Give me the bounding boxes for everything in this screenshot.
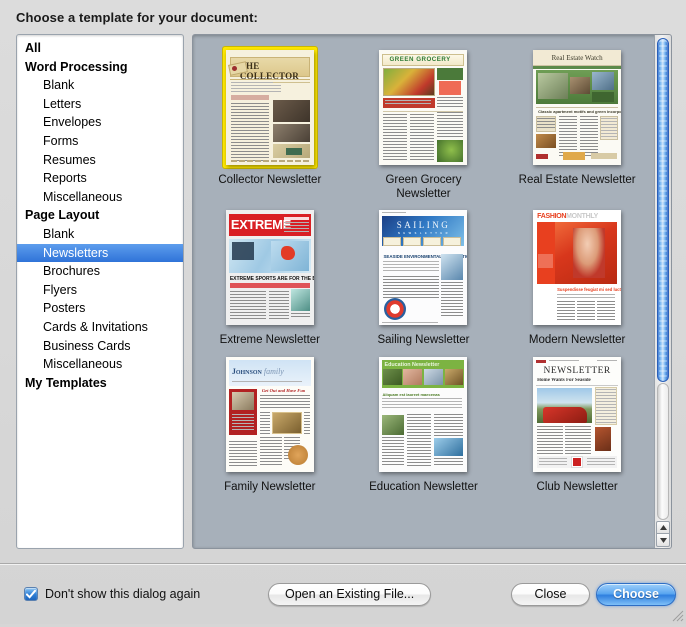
template-label: Real Estate Newsletter (518, 174, 636, 186)
template-preview-extreme-newsletter[interactable]: EXTREMEEXTREME SPORTS ARE FOR THE BOLD (225, 210, 314, 325)
scroll-down-arrow-icon[interactable] (656, 534, 670, 547)
dialog-header: Choose a template for your document: (0, 0, 686, 34)
sidebar-item-all[interactable]: All (17, 39, 183, 58)
template-thumbnail-frame[interactable]: NEWSLETTER Home Wants For Seaside (530, 354, 624, 475)
masthead-text: FASHIONMONTHLY (537, 213, 599, 220)
sidebar-item-flyers[interactable]: Flyers (17, 281, 183, 300)
template-thumbnail-frame[interactable]: THE COLLECTOR (222, 47, 317, 168)
template-item-family-newsletter[interactable]: JOHNSON family Get Out and Have Fun Family… (199, 354, 341, 495)
dont-show-again-checkbox[interactable]: Don't show this dialog again (24, 587, 200, 601)
scrollbar-track[interactable] (657, 383, 669, 520)
template-thumbnail-frame[interactable]: FASHIONMONTHLY Suspendisse feugiat mi sed… (530, 207, 624, 328)
sidebar-item-business-cards[interactable]: Business Cards (17, 337, 183, 356)
template-label: Modern Newsletter (528, 334, 626, 346)
template-item-modern-newsletter[interactable]: FASHIONMONTHLY Suspendisse feugiat mi sed… (506, 207, 648, 348)
template-page-art: THE COLLECTOR (225, 50, 314, 165)
scroll-up-arrow-icon[interactable] (656, 521, 670, 534)
template-label: Collector Newsletter (218, 174, 322, 186)
vertical-scrollbar[interactable] (654, 35, 671, 548)
choose-button[interactable]: Choose (596, 582, 676, 606)
template-thumbnail-frame[interactable]: JOHNSON family Get Out and Have Fun (223, 354, 317, 475)
template-preview-modern-newsletter[interactable]: FASHIONMONTHLY Suspendisse feugiat mi sed… (533, 210, 622, 325)
template-preview-real-estate-newsletter[interactable]: Real Estate Watch Classic apartment motif… (533, 50, 622, 165)
template-item-club-newsletter[interactable]: NEWSLETTER Home Wants For Seaside Club New… (506, 354, 648, 495)
open-existing-file-button[interactable]: Open an Existing File... (268, 582, 432, 606)
template-page-art: JOHNSON family Get Out and Have Fun (225, 356, 314, 472)
template-row: JOHNSON family Get Out and Have Fun Family… (193, 354, 654, 495)
sidebar-item-word-processing[interactable]: Word Processing (17, 58, 183, 77)
dialog-footer: Don't show this dialog again Open an Exi… (0, 564, 686, 624)
template-preview-education-newsletter[interactable]: Education Newsletter Aliquam est laoreet … (379, 356, 468, 472)
template-preview-collector-newsletter[interactable]: THE COLLECTOR (225, 50, 314, 165)
sidebar-item-my-templates[interactable]: My Templates (17, 374, 183, 393)
template-page-art: Education Newsletter Aliquam est laoreet … (379, 356, 468, 472)
template-row: THE COLLECTOR Collector Newsletter GREEN G… (193, 47, 654, 201)
template-thumbnail-frame[interactable]: EXTREMEEXTREME SPORTS ARE FOR THE BOLD (223, 207, 317, 328)
template-page-art: GREEN GROCERY (379, 50, 468, 165)
checkbox-checked-icon[interactable] (24, 587, 38, 601)
template-thumbnail-frame[interactable]: GREEN GROCERY (376, 47, 470, 168)
dialog-body: All Word Processing Blank Letters Envelopes F… (0, 34, 686, 563)
sidebar-item-miscellaneous[interactable]: Miscellaneous (17, 188, 183, 207)
template-row: EXTREMEEXTREME SPORTS ARE FOR THE BOLD Ex… (193, 207, 654, 348)
template-thumbnail-frame[interactable]: Real Estate Watch Classic apartment motif… (530, 47, 624, 168)
sidebar-item-blank[interactable]: Blank (17, 225, 183, 244)
template-page-art: NEWSLETTER Home Wants For Seaside (533, 356, 622, 472)
template-thumbnail-frame[interactable]: Education Newsletter Aliquam est laoreet … (376, 354, 470, 475)
template-item-collector-newsletter[interactable]: THE COLLECTOR Collector Newsletter (199, 47, 341, 188)
template-item-green-grocery-newsletter[interactable]: GREEN GROCERY Green Grocery Newsletter (352, 47, 494, 201)
template-label: Extreme Newsletter (219, 334, 320, 346)
sidebar-item-resumes[interactable]: Resumes (17, 151, 183, 170)
template-item-real-estate-newsletter[interactable]: Real Estate Watch Classic apartment motif… (506, 47, 648, 188)
sidebar-item-cards-invitations[interactable]: Cards & Invitations (17, 318, 183, 337)
sidebar-item-letters[interactable]: Letters (17, 95, 183, 114)
template-label: Family Newsletter (224, 480, 316, 493)
sidebar-item-blank[interactable]: Blank (17, 76, 183, 95)
sidebar-item-newsletters[interactable]: Newsletters (17, 243, 183, 263)
scrollbar-thumb[interactable] (657, 38, 669, 382)
resize-grip-icon[interactable] (671, 609, 684, 622)
template-item-extreme-newsletter[interactable]: EXTREMEEXTREME SPORTS ARE FOR THE BOLD Ex… (199, 207, 341, 348)
template-preview-club-newsletter[interactable]: NEWSLETTER Home Wants For Seaside (533, 356, 622, 472)
template-label: Education Newsletter (369, 480, 478, 493)
template-page-art: Real Estate Watch Classic apartment motif… (533, 50, 622, 165)
template-item-sailing-newsletter[interactable]: SAILING N E W S L E T T E R SEASIDE ENVIRO… (352, 207, 494, 348)
template-preview-sailing-newsletter[interactable]: SAILING N E W S L E T T E R SEASIDE ENVIRO… (379, 210, 468, 325)
sidebar-item-brochures[interactable]: Brochures (17, 262, 183, 281)
sidebar-item-forms[interactable]: Forms (17, 132, 183, 151)
template-grid-pane: THE COLLECTOR Collector Newsletter GREEN G… (192, 34, 672, 549)
sidebar-item-envelopes[interactable]: Envelopes (17, 113, 183, 132)
template-item-education-newsletter[interactable]: Education Newsletter Aliquam est laoreet … (352, 354, 494, 495)
template-page-art: SAILING N E W S L E T T E R SEASIDE ENVIRO… (379, 210, 468, 325)
template-thumbnail-frame[interactable]: SAILING N E W S L E T T E R SEASIDE ENVIRO… (376, 207, 470, 328)
page-title: Choose a template for your document: (16, 9, 258, 25)
close-button[interactable]: Close (511, 582, 590, 606)
dont-show-again-label: Don't show this dialog again (45, 587, 201, 601)
template-label: Sailing Newsletter (377, 334, 470, 346)
category-sidebar[interactable]: All Word Processing Blank Letters Envelopes F… (16, 34, 184, 549)
sidebar-item-posters[interactable]: Posters (17, 299, 183, 318)
template-preview-family-newsletter[interactable]: JOHNSON family Get Out and Have Fun (225, 356, 314, 472)
sidebar-item-miscellaneous[interactable]: Miscellaneous (17, 355, 183, 374)
template-page-art: EXTREMEEXTREME SPORTS ARE FOR THE BOLD (225, 210, 314, 325)
template-chooser-dialog: Choose a template for your document: All… (0, 0, 686, 624)
template-label: Club Newsletter (536, 480, 618, 493)
template-page-art: FASHIONMONTHLY Suspendisse feugiat mi sed… (533, 210, 622, 325)
template-preview-green-grocery-newsletter[interactable]: GREEN GROCERY (379, 50, 468, 165)
template-grid: THE COLLECTOR Collector Newsletter GREEN G… (193, 35, 654, 548)
sidebar-item-reports[interactable]: Reports (17, 169, 183, 188)
sidebar-item-page-layout[interactable]: Page Layout (17, 206, 183, 225)
template-label: Green Grocery Newsletter (385, 174, 462, 200)
